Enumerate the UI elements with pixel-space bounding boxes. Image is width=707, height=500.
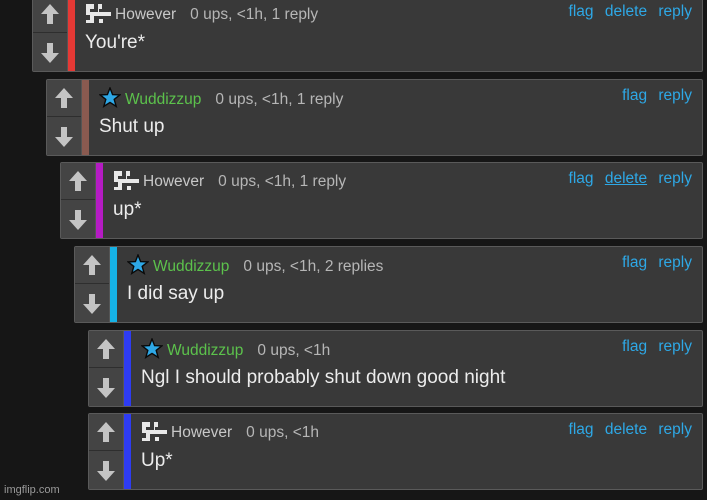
comment-header: Wuddizzup 0 ups, <1h, 1 reply flag reply (99, 87, 692, 108)
downvote-button[interactable] (61, 202, 95, 238)
username-link[interactable]: However (171, 424, 232, 441)
pinwheel-icon (142, 422, 167, 441)
downvote-button[interactable] (89, 453, 123, 489)
thread-depth-bar (68, 0, 75, 71)
downvote-button[interactable] (47, 119, 81, 155)
reply-link[interactable]: reply (658, 254, 692, 271)
comment-card: Wuddizzup 0 ups, <1h flag reply Ngl I sho… (88, 330, 703, 407)
downvote-button[interactable] (75, 286, 109, 322)
down-arrow-icon (97, 378, 115, 398)
imgflip-watermark: imgflip.com (4, 484, 60, 496)
down-arrow-icon (41, 43, 59, 63)
delete-link[interactable]: delete (605, 3, 647, 20)
comment-actions: flag reply (615, 254, 692, 272)
comment-header: However 0 ups, <1h, 1 reply flag delete r… (85, 3, 692, 23)
up-arrow-icon (97, 422, 115, 442)
comment-text: Shut up (99, 116, 165, 137)
downvote-button[interactable] (33, 35, 67, 71)
reply-link[interactable]: reply (658, 170, 692, 187)
comment-card: Wuddizzup 0 ups, <1h, 2 replies flag repl… (74, 246, 703, 323)
comment-card: However 0 ups, <1h, 1 reply flag delete r… (32, 0, 703, 72)
comment-text: Up* (141, 450, 173, 471)
comment-actions: flag delete reply (562, 421, 692, 439)
up-arrow-icon (69, 171, 87, 191)
upvote-button[interactable] (75, 247, 109, 284)
username-link[interactable]: Wuddizzup (125, 91, 201, 108)
vote-column (75, 247, 110, 322)
upvote-button[interactable] (33, 0, 67, 33)
comment-text: up* (113, 199, 142, 220)
comment-text: You're* (85, 32, 145, 53)
vote-column (89, 331, 124, 406)
comment-header: Wuddizzup 0 ups, <1h flag reply (141, 338, 692, 359)
username-link[interactable]: However (143, 173, 204, 190)
flag-link[interactable]: flag (569, 421, 594, 438)
comment-meta: 0 ups, <1h, 2 replies (243, 258, 384, 275)
thread-depth-bar (124, 414, 131, 489)
thread-depth-bar (82, 80, 89, 155)
comment-meta: 0 ups, <1h (257, 342, 331, 359)
comment-actions: flag delete reply (562, 3, 692, 21)
username-link[interactable]: Wuddizzup (153, 258, 229, 275)
vote-column (47, 80, 82, 155)
flag-link[interactable]: flag (569, 170, 594, 187)
delete-link[interactable]: delete (605, 170, 647, 187)
up-arrow-icon (55, 88, 73, 108)
comment-meta: 0 ups, <1h, 1 reply (190, 6, 319, 23)
thread-depth-bar (124, 331, 131, 406)
comment-actions: flag delete reply (562, 170, 692, 188)
upvote-button[interactable] (61, 163, 95, 200)
reply-link[interactable]: reply (658, 338, 692, 355)
comment-header: Wuddizzup 0 ups, <1h, 2 replies flag repl… (127, 254, 692, 275)
up-arrow-icon (41, 4, 59, 24)
upvote-button[interactable] (89, 331, 123, 368)
down-arrow-icon (97, 461, 115, 481)
vote-column (33, 0, 68, 71)
flag-link[interactable]: flag (622, 338, 647, 355)
flag-link[interactable]: flag (622, 254, 647, 271)
reply-link[interactable]: reply (658, 87, 692, 104)
delete-link[interactable]: delete (605, 421, 647, 438)
up-arrow-icon (83, 255, 101, 275)
comment-card: However 0 ups, <1h flag delete reply Up* (88, 413, 703, 490)
username-link[interactable]: Wuddizzup (167, 342, 243, 359)
comment-card: However 0 ups, <1h, 1 reply flag delete r… (60, 162, 703, 239)
flag-link[interactable]: flag (569, 3, 594, 20)
comment-meta: 0 ups, <1h (246, 424, 319, 441)
down-arrow-icon (55, 127, 73, 147)
reply-link[interactable]: reply (658, 421, 692, 438)
downvote-button[interactable] (89, 370, 123, 406)
comment-text: Ngl I should probably shut down good nig… (141, 367, 506, 388)
comment-meta: 0 ups, <1h, 1 reply (218, 173, 347, 190)
comment-header: However 0 ups, <1h, 1 reply flag delete r… (113, 170, 692, 190)
comment-text: I did say up (127, 283, 225, 304)
down-arrow-icon (83, 294, 101, 314)
up-arrow-icon (97, 339, 115, 359)
comment-header: However 0 ups, <1h flag delete reply (141, 421, 692, 441)
comment-meta: 0 ups, <1h, 1 reply (215, 91, 344, 108)
star-icon (99, 87, 121, 108)
flag-link[interactable]: flag (622, 87, 647, 104)
username-link[interactable]: However (115, 6, 176, 23)
star-icon (127, 254, 149, 275)
comment-actions: flag reply (615, 338, 692, 356)
thread-depth-bar (110, 247, 117, 322)
vote-column (89, 414, 124, 489)
pinwheel-icon (114, 171, 139, 190)
comment-actions: flag reply (615, 87, 692, 105)
vote-column (61, 163, 96, 238)
upvote-button[interactable] (47, 80, 81, 117)
comment-card: Wuddizzup 0 ups, <1h, 1 reply flag reply … (46, 79, 703, 156)
star-icon (141, 338, 163, 359)
upvote-button[interactable] (89, 414, 123, 451)
pinwheel-icon (86, 4, 111, 23)
reply-link[interactable]: reply (658, 3, 692, 20)
thread-depth-bar (96, 163, 103, 238)
down-arrow-icon (69, 210, 87, 230)
